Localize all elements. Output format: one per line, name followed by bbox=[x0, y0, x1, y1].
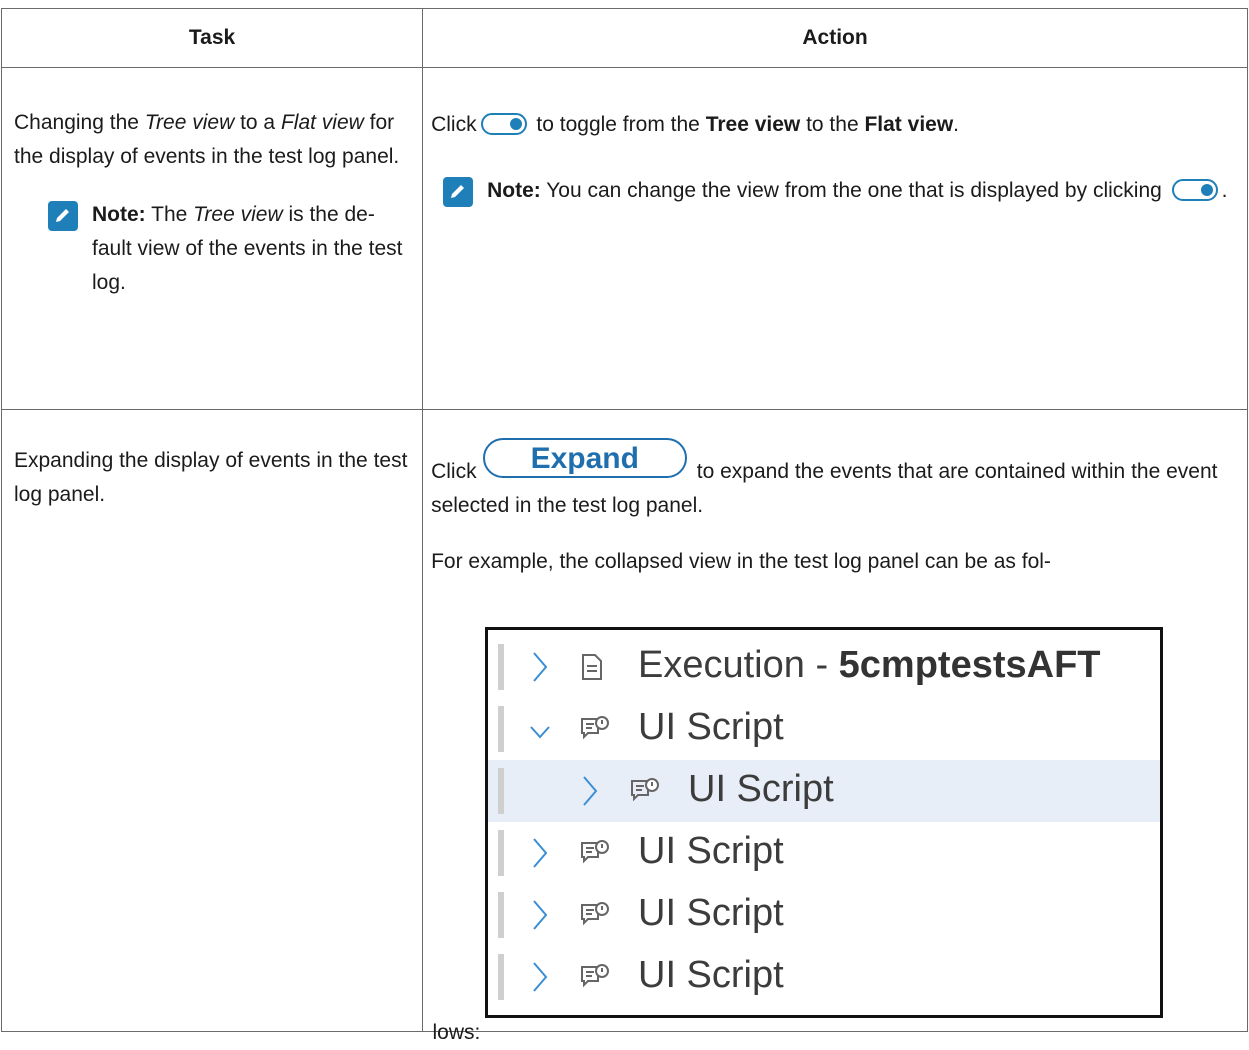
script-icon bbox=[580, 901, 610, 934]
toggle-switch-icon[interactable] bbox=[480, 113, 527, 135]
tree-indent-bar bbox=[498, 892, 504, 938]
action-text: Click to toggle from the Tree view to th… bbox=[431, 113, 960, 136]
tree-row[interactable]: UI Script bbox=[488, 760, 1160, 822]
tree-row[interactable]: UI Script bbox=[488, 822, 1160, 884]
note-block: Note: The Tree view is the de-fault view… bbox=[48, 198, 410, 300]
script-icon bbox=[630, 777, 660, 810]
task-text: Changing the Tree view to a Flat view fo… bbox=[14, 111, 400, 168]
tree-indent-bar bbox=[498, 706, 504, 752]
chevron-down-icon[interactable] bbox=[528, 718, 552, 752]
tree-row[interactable]: UI Script bbox=[488, 884, 1160, 946]
chevron-right-icon[interactable] bbox=[528, 960, 552, 1002]
header-action: Action bbox=[422, 8, 1248, 68]
tree-indent-bar bbox=[498, 644, 504, 690]
tree-row-label: UI Script bbox=[638, 892, 784, 934]
tree-indent-bar bbox=[498, 830, 504, 876]
note-pencil-icon bbox=[443, 177, 474, 207]
tree-row[interactable]: UI Script bbox=[488, 698, 1160, 760]
toggle-switch-icon[interactable] bbox=[1171, 179, 1218, 201]
note-label: Note: bbox=[92, 203, 146, 226]
example-end-text: lows: bbox=[432, 1020, 481, 1044]
header-task: Task bbox=[0, 8, 424, 68]
task-cell: Changing the Tree view to a Flat view fo… bbox=[0, 67, 424, 410]
tree-row[interactable]: Execution - 5cmptestsAFT bbox=[488, 636, 1160, 698]
action-note-block: Note: You can change the view from the o… bbox=[443, 174, 1235, 214]
action-text: Click Expand to expand the events that ar… bbox=[431, 438, 1235, 523]
tree-row-label: UI Script bbox=[638, 954, 784, 996]
chevron-right-icon[interactable] bbox=[528, 836, 552, 878]
action-cell: Click to toggle from the Tree view to th… bbox=[422, 67, 1248, 410]
script-icon bbox=[580, 839, 610, 872]
tree-row-label: Execution - 5cmptestsAFT bbox=[638, 644, 1101, 686]
tree-row[interactable]: UI Script bbox=[488, 946, 1160, 1008]
tree-row-label: UI Script bbox=[638, 830, 784, 872]
tree-indent-bar bbox=[498, 954, 504, 1000]
tree-view-screenshot: Execution - 5cmptestsAFT UI Script UI Scri… bbox=[485, 627, 1163, 1018]
table-header-row: Task Action bbox=[0, 8, 1248, 68]
tree-indent-bar bbox=[498, 768, 504, 814]
table-row: Changing the Tree view to a Flat view fo… bbox=[0, 67, 1248, 410]
task-cell: Expanding the display of events in the t… bbox=[0, 409, 424, 1032]
chevron-right-icon[interactable] bbox=[578, 774, 602, 816]
tree-row-label: UI Script bbox=[638, 706, 784, 748]
script-icon bbox=[580, 715, 610, 748]
document-icon bbox=[580, 653, 604, 686]
script-icon bbox=[580, 963, 610, 996]
expand-button[interactable]: Expand bbox=[482, 438, 687, 478]
task-text: Expanding the display of events in the t… bbox=[14, 449, 408, 506]
chevron-right-icon[interactable] bbox=[528, 898, 552, 940]
note-pencil-icon bbox=[48, 201, 78, 231]
example-text: For example, the collapsed view in the t… bbox=[431, 550, 1051, 573]
tree-row-label: UI Script bbox=[688, 768, 834, 810]
chevron-right-icon[interactable] bbox=[528, 650, 552, 692]
